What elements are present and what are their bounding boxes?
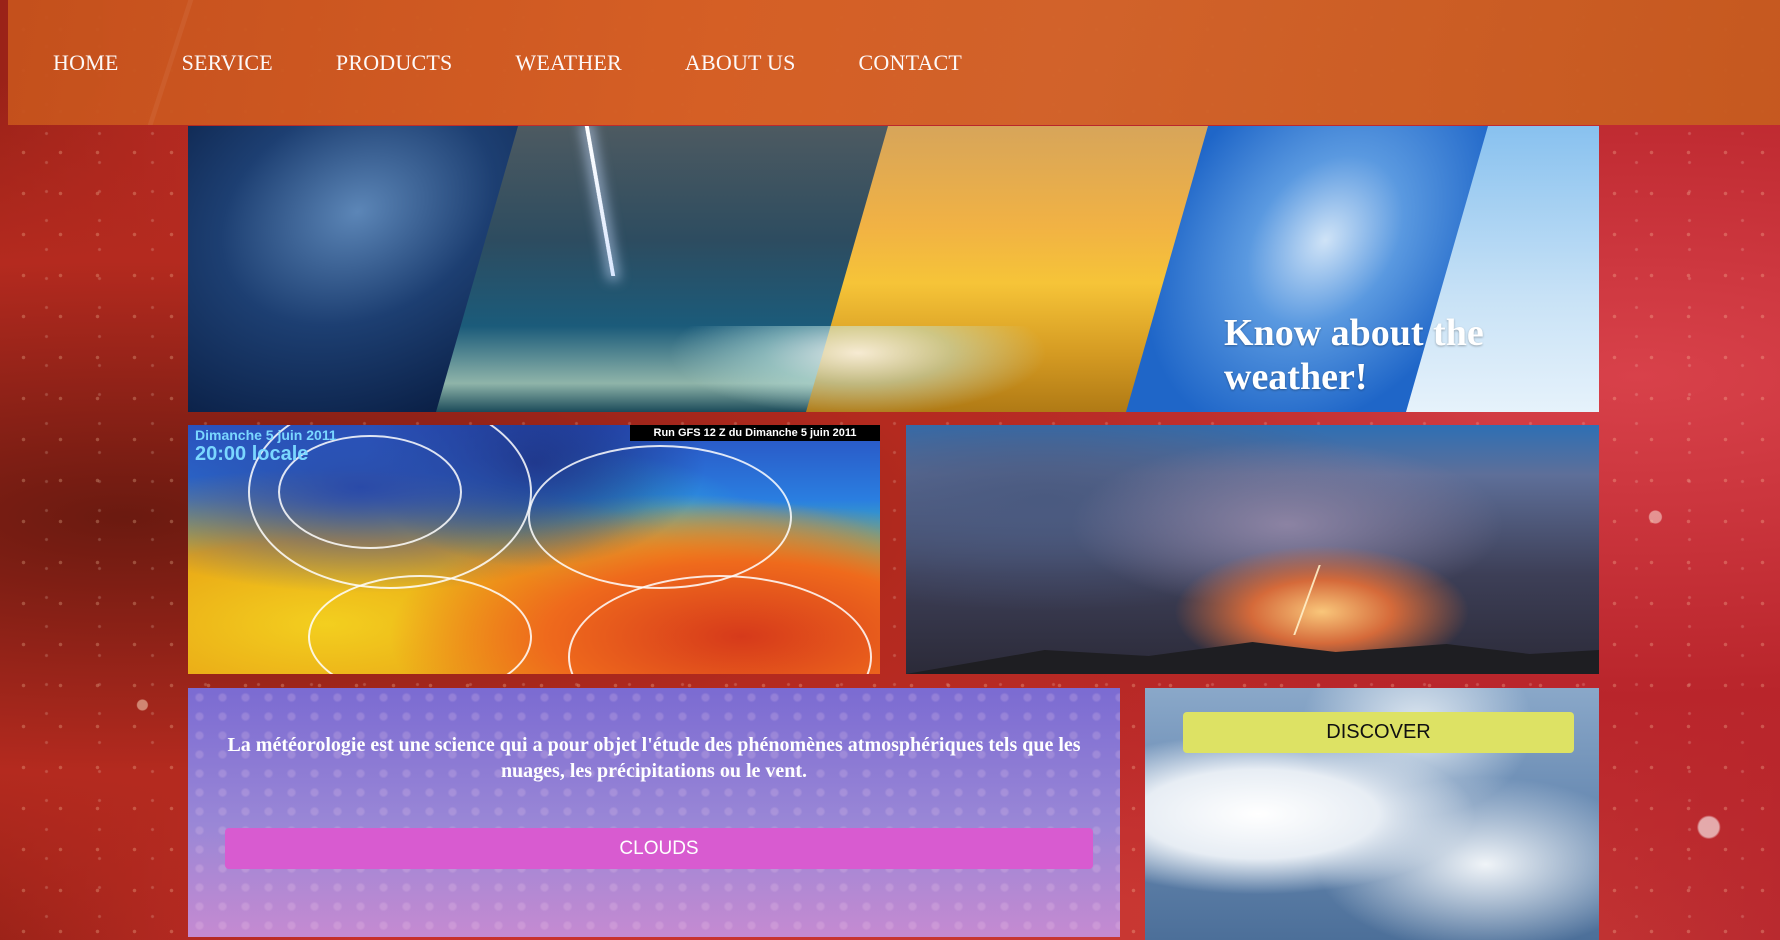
clouds-photo-panel: DISCOVER: [1145, 688, 1599, 940]
info-description: La météorologie est une science qui a po…: [227, 734, 1081, 782]
storm-photo[interactable]: [906, 425, 1599, 674]
lightning-flash-graphic: [1293, 565, 1351, 635]
main-menu: HOME SERVICE PRODUCTS WEATHER ABOUT US C…: [53, 50, 1025, 76]
cloud-texture: [188, 688, 1120, 937]
nav-item-weather[interactable]: WEATHER: [515, 50, 622, 76]
nav-item-service[interactable]: SERVICE: [182, 50, 273, 76]
nav-item-contact[interactable]: CONTACT: [859, 50, 963, 76]
hero-title: Know about the weather!: [1224, 312, 1484, 399]
nav-item-products[interactable]: PRODUCTS: [336, 50, 453, 76]
info-panel: La météorologie est une science qui a po…: [188, 688, 1120, 937]
isobar-contour: [568, 575, 872, 674]
nav-item-home[interactable]: HOME: [53, 50, 119, 76]
isobar-contour: [528, 445, 792, 589]
nav-item-about-us[interactable]: ABOUT US: [685, 50, 796, 76]
top-navigation-bar: HOME SERVICE PRODUCTS WEATHER ABOUT US C…: [8, 0, 1780, 125]
mountain-silhouette: [906, 642, 1599, 674]
weather-map-image[interactable]: Dimanche 5 juin 2011 20:00 locale Run GF…: [188, 425, 880, 674]
wave-spray-graphic: [668, 326, 1048, 412]
clouds-button[interactable]: CLOUDS: [225, 828, 1093, 869]
hero-banner: Know about the weather!: [188, 126, 1599, 412]
map-date-label: Dimanche 5 juin 2011: [195, 427, 337, 443]
isobar-contour: [308, 575, 532, 674]
discover-button[interactable]: DISCOVER: [1183, 712, 1574, 753]
map-run-label: Run GFS 12 Z du Dimanche 5 juin 2011: [630, 425, 880, 441]
map-time-label: 20:00 locale: [195, 443, 309, 465]
